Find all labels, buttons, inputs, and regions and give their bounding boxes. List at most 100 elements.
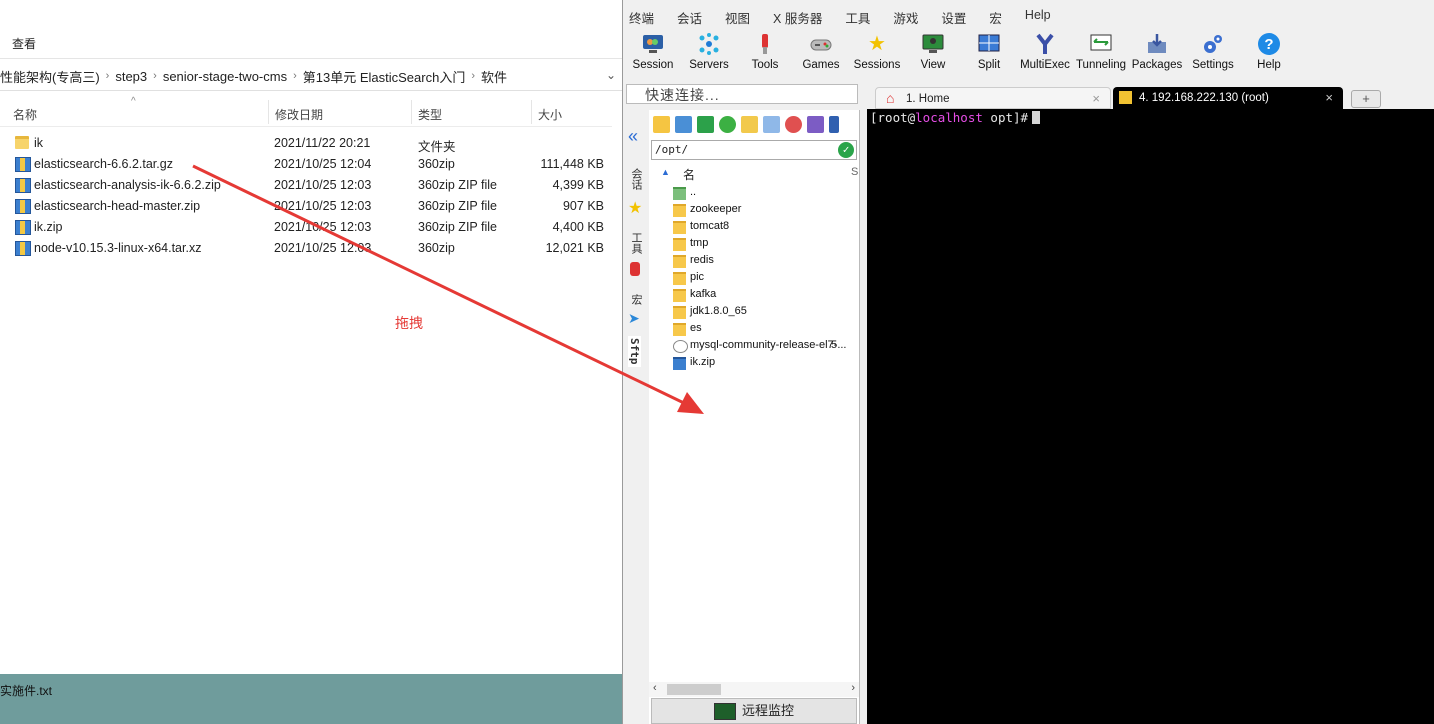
tab-ssh-session[interactable]: 4. 192.168.222.130 (root) × [1113,87,1343,109]
file-explorer-window: 查看 性能架构(专高三) › step3 › senior-stage-two-… [0,0,622,674]
file-row[interactable]: node-v10.15.3-linux-x64.tar.xz 2021/10/2… [0,238,612,259]
settings-button[interactable]: Settings [1185,30,1241,80]
file-type: 360zip [418,241,455,255]
remote-monitoring-button[interactable]: 远程监控 [651,698,857,724]
column-divider[interactable] [268,100,269,124]
sftp-column-header: ▲ 名 S [649,165,859,183]
file-size: 4,399 KB [552,178,604,192]
terminal-pane[interactable]: [root@localhost opt]# [867,109,1434,724]
mobaxterm-window: 终端 会话 视图 X 服务器 工具 游戏 设置 宏 Help Session S… [622,0,1434,724]
menu-item[interactable]: 工具 [839,8,876,28]
refresh-icon[interactable] [719,116,736,133]
menu-item[interactable]: 宏 [983,8,1008,28]
rpm-file-icon [673,340,688,353]
side-tab-sessions[interactable]: 会话 [628,168,644,190]
tab-home[interactable]: ⌂ 1. Home × [875,87,1111,109]
ribbon-tab-view[interactable]: 查看 [12,35,36,52]
close-icon[interactable]: × [1325,87,1333,109]
send-icon: ➤ [628,310,640,326]
side-tab-tools[interactable]: 工具 [628,232,644,254]
tab-ssh-label: 4. 192.168.222.130 (root) [1139,92,1269,104]
sessions-button[interactable]: ★ Sessions [849,30,905,80]
file-row[interactable]: elasticsearch-6.6.2.tar.gz 2021/10/25 12… [0,154,612,175]
file-date: 2021/10/25 12:03 [274,199,372,213]
settings-label: Settings [1192,59,1234,71]
breadcrumb-item[interactable]: 性能架构(专高三) [0,67,106,86]
column-header-size[interactable]: 大小 [538,106,562,123]
help-button[interactable]: ? Help [1241,30,1297,80]
column-header-type[interactable]: 类型 [418,106,442,123]
menu-item[interactable]: Help [1019,8,1057,28]
scrollbar-thumb[interactable] [667,684,721,695]
split-button[interactable]: Split [961,30,1017,80]
session-button[interactable]: Session [625,30,681,80]
multiexec-button[interactable]: MultiExec [1017,30,1073,80]
file-type: 文件夹 [418,140,456,154]
sftp-item-name: kafka [690,288,717,300]
sftp-path-input[interactable]: /opt/ ✓ [651,140,857,160]
tunneling-button[interactable]: Tunneling [1073,30,1129,80]
sftp-name-header[interactable]: 名 [683,166,695,183]
collapse-icon[interactable]: « [628,126,638,147]
upload-icon[interactable] [697,116,714,133]
file-row[interactable]: elasticsearch-head-master.zip 2021/10/25… [0,196,612,217]
rename-icon[interactable] [807,116,824,133]
packages-label: Packages [1131,59,1183,71]
new-tab-button[interactable]: + [1351,90,1381,108]
view-button[interactable]: View [905,30,961,80]
side-panel-tabs: « 会话 ★ 工具 宏 ➤ Sftp [623,110,650,724]
column-divider[interactable] [531,100,532,124]
side-tab-sftp[interactable]: Sftp [628,336,641,367]
download-icon[interactable] [675,116,692,133]
horizontal-scrollbar[interactable]: ‹ › [649,682,859,697]
side-tab-macros[interactable]: 宏 [628,294,644,305]
menu-item[interactable]: 游戏 [887,8,924,28]
menu-item[interactable]: 设置 [935,8,972,28]
column-header-name[interactable]: 名称 [13,106,37,123]
check-icon[interactable]: ✓ [838,142,854,158]
close-icon[interactable]: × [1092,88,1100,110]
breadcrumb-item[interactable]: 第13单元 ElasticSearch入门 [297,67,472,86]
breadcrumb[interactable]: 性能架构(专高三) › step3 › senior-stage-two-cms… [0,62,622,91]
help-icon: ? [1257,32,1281,56]
games-button[interactable]: Games [793,30,849,80]
upload-folder-icon[interactable] [653,116,670,133]
packages-button[interactable]: Packages [1129,30,1185,80]
menu-item[interactable]: 视图 [719,8,756,28]
delete-icon[interactable] [785,116,802,133]
menu-item[interactable]: 会话 [671,8,708,28]
scroll-right-icon[interactable]: › [851,682,855,694]
file-date: 2021/10/25 12:03 [274,241,372,255]
breadcrumb-item[interactable]: senior-stage-two-cms [157,69,293,84]
folder-icon [673,306,686,319]
new-file-icon[interactable] [763,116,780,133]
file-row[interactable]: ik 2021/11/22 20:21 文件夹 [0,133,612,154]
file-date: 2021/11/22 20:21 [274,136,371,150]
desktop-file-label[interactable]: 实施件.txt [0,682,52,699]
servers-button[interactable]: Servers [681,30,737,80]
terminal-follow-icon[interactable] [829,116,839,133]
breadcrumb-item[interactable]: 软件 [475,67,513,86]
chevron-down-icon[interactable]: ⌄ [606,68,616,82]
quick-connect-input[interactable]: 快速连接... [626,84,858,104]
tools-button[interactable]: Tools [737,30,793,80]
column-divider[interactable] [411,100,412,124]
session-icon [641,32,665,56]
sftp-item-name: zookeeper [690,203,742,215]
tab-home-label: 1. Home [906,93,950,105]
main-toolbar: Session Servers Tools Games ★ Sessions V… [625,30,1431,80]
column-divider[interactable]: S [851,166,858,178]
scroll-left-icon[interactable]: ‹ [653,682,657,694]
multiexec-icon [1033,32,1057,56]
new-folder-icon[interactable] [741,116,758,133]
packages-icon [1145,32,1169,56]
sftp-item-name: jdk1.8.0_65 [690,305,747,317]
key-icon [1119,91,1132,104]
breadcrumb-item[interactable]: step3 [109,69,153,84]
sftp-toolbar [653,116,844,134]
file-row[interactable]: ik.zip 2021/10/25 12:03 360zip ZIP file … [0,217,612,238]
column-header-date[interactable]: 修改日期 [275,106,323,123]
menu-item[interactable]: X 服务器 [767,8,828,28]
file-row[interactable]: elasticsearch-analysis-ik-6.6.2.zip 2021… [0,175,612,196]
menu-item[interactable]: 终端 [623,8,660,28]
